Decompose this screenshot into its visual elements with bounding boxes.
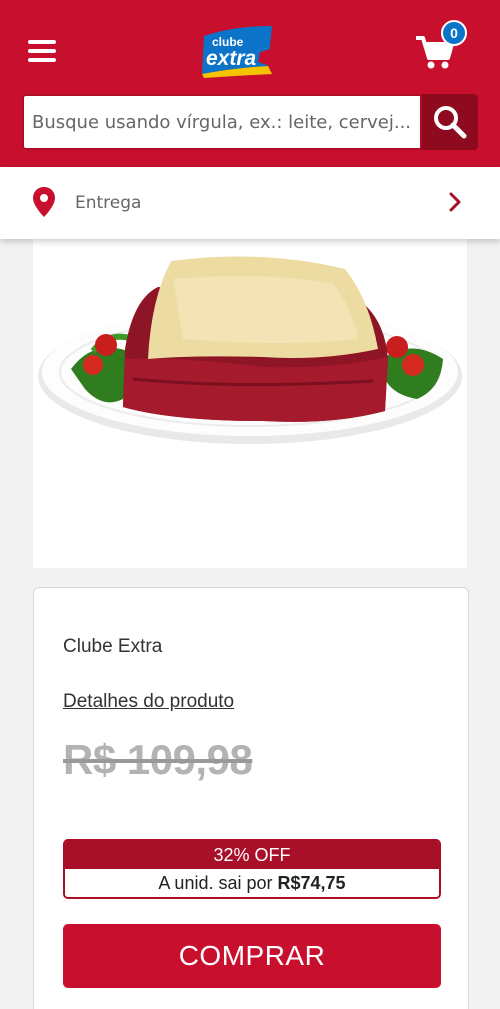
search-button[interactable] (422, 94, 478, 150)
original-price: R$ 109,98 (63, 736, 253, 783)
buy-button[interactable]: COMPRAR (63, 924, 441, 988)
search-icon (434, 106, 467, 139)
chevron-right-icon (449, 192, 461, 212)
product-image (33, 239, 467, 568)
location-pin-icon (33, 187, 55, 217)
product-details-link[interactable]: Detalhes do produto (63, 691, 234, 713)
cart-count-badge: 0 (441, 20, 467, 46)
cart-button[interactable]: 0 (414, 20, 470, 72)
product-info-card: Clube Extra Detalhes do produto R$ 109,9… (33, 587, 469, 1009)
beef-on-plate-image (38, 256, 462, 444)
unit-price-prefix: A unid. sai por (158, 872, 273, 893)
seller-name: Clube Extra (63, 636, 163, 657)
app-header: clube extra 0 (0, 0, 500, 167)
delivery-selector[interactable]: Entrega (0, 167, 500, 239)
unit-price-row: A unid. sai por R$74,75 (65, 869, 439, 897)
delivery-label: Entrega (75, 193, 142, 213)
unit-price: R$74,75 (277, 872, 346, 893)
discount-label: 32% OFF (65, 841, 439, 869)
search-input[interactable] (22, 94, 422, 150)
logo-text-extra: extra (206, 47, 257, 70)
discount-box: 32% OFF A unid. sai por R$74,75 (63, 839, 441, 899)
clube-extra-logo[interactable]: clube extra (198, 22, 276, 78)
menu-icon[interactable] (28, 40, 56, 64)
